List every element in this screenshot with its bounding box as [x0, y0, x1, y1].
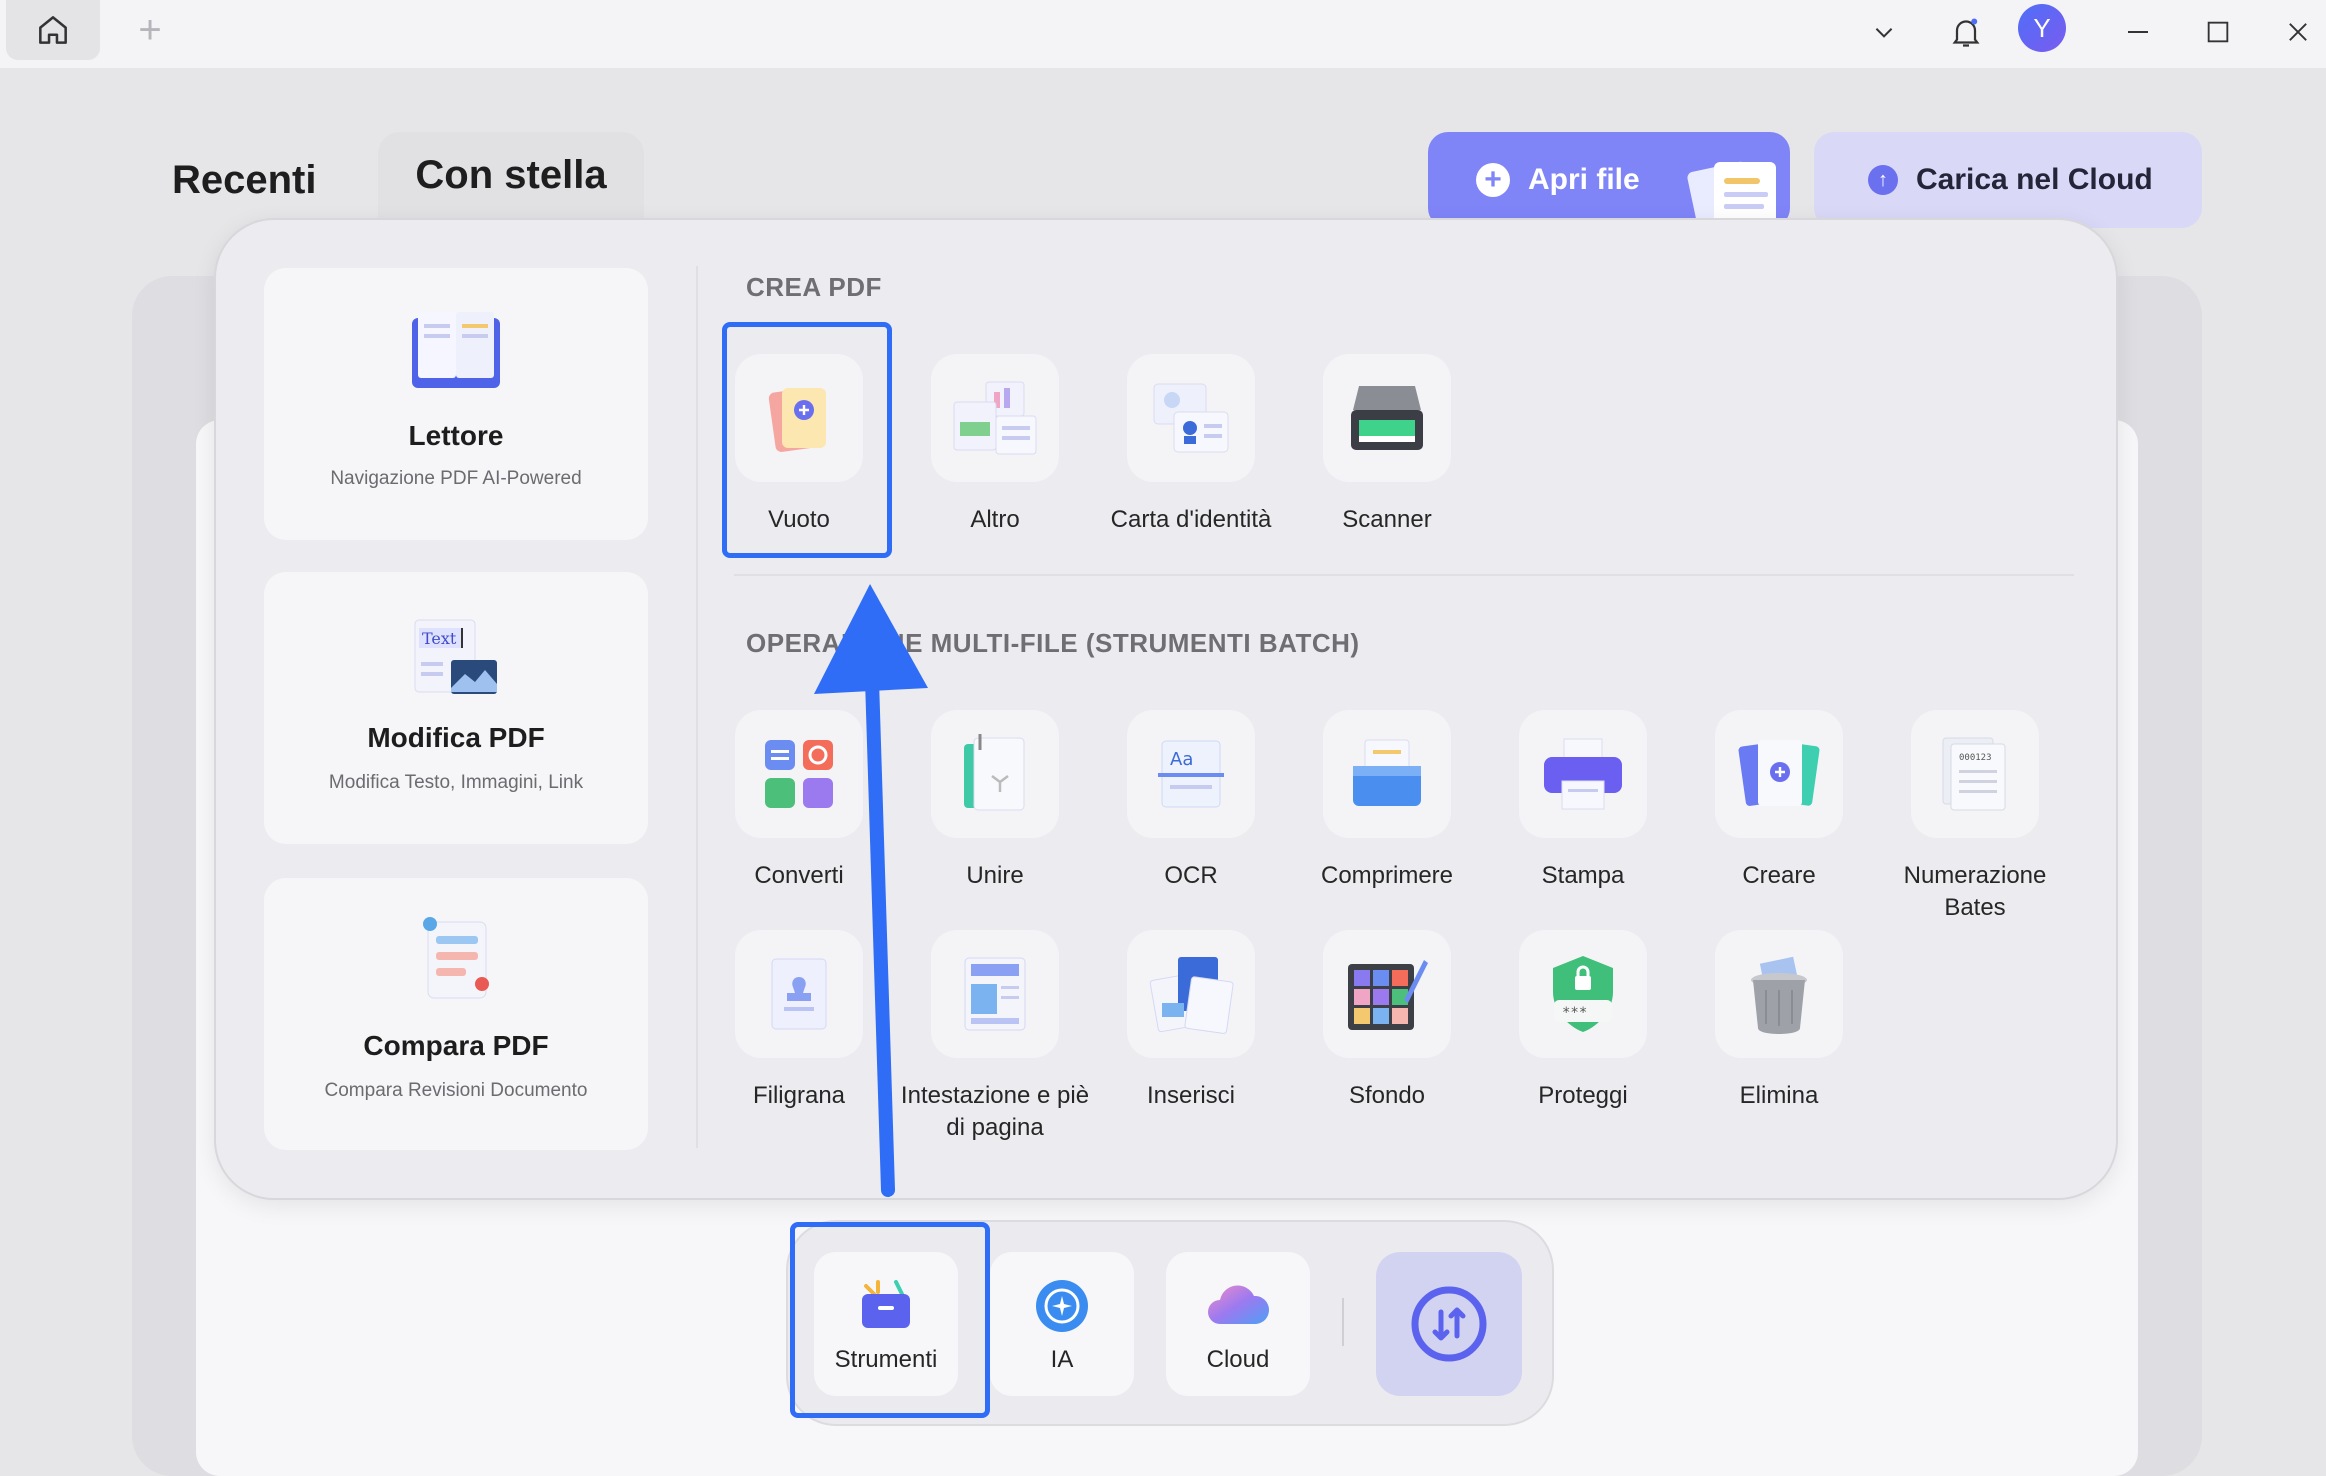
tool-other[interactable]: Altro — [900, 354, 1090, 536]
tool-label: Numerazione Bates — [1903, 862, 2047, 921]
upload-cloud-button[interactable]: ↑ Carica nel Cloud — [1814, 132, 2202, 228]
tool-label: Unire — [966, 862, 1024, 889]
dock-selection-highlight — [790, 1222, 990, 1418]
title-bar: + Y — [0, 0, 2326, 68]
bell-icon[interactable] — [1940, 6, 1992, 58]
tool-header-footer[interactable]: Intestazione e piè di pagina — [900, 930, 1090, 1144]
other-docs-icon — [953, 381, 1037, 455]
create-pdf-section-title: CREA PDF — [746, 272, 882, 302]
tool-label: Creare — [1742, 862, 1816, 889]
tool-label: Comprimere — [1320, 862, 1454, 889]
dock-switch-button[interactable] — [1376, 1252, 1522, 1396]
dock-separator — [1342, 1298, 1344, 1346]
dock-cloud[interactable]: Cloud — [1166, 1252, 1310, 1396]
reader-card[interactable]: Lettore Navigazione PDF AI-Powered — [264, 268, 648, 540]
tool-insert[interactable]: Inserisci — [1096, 930, 1286, 1112]
vertical-divider — [696, 266, 698, 1148]
maximize-icon[interactable] — [2192, 6, 2244, 58]
header-footer-icon — [964, 957, 1026, 1031]
selection-highlight — [722, 322, 892, 558]
tool-label: OCR — [1164, 862, 1218, 889]
svg-text:***: *** — [1562, 1005, 1587, 1021]
svg-text:Text: Text — [422, 629, 457, 648]
reader-subtitle: Navigazione PDF AI-Powered — [330, 468, 582, 489]
compress-icon — [1353, 739, 1421, 806]
protect-icon: *** — [1553, 956, 1613, 1032]
edit-text-icon: Text — [414, 619, 497, 694]
tool-protect[interactable]: *** Proteggi — [1488, 930, 1678, 1112]
compare-pdf-subtitle: Compara Revisioni Documento — [324, 1080, 588, 1101]
horizontal-divider — [734, 574, 2074, 576]
compare-pdf-card[interactable]: Compara PDF Compara Revisioni Documento — [264, 878, 648, 1150]
edit-pdf-subtitle: Modifica Testo, Immagini, Link — [328, 772, 584, 793]
open-file-label: Apri file — [1528, 163, 1640, 196]
ai-icon — [1036, 1280, 1088, 1332]
edit-pdf-title: Modifica PDF — [367, 722, 545, 753]
new-tab-icon[interactable]: + — [132, 10, 168, 50]
tab-starred[interactable]: Con stella — [378, 132, 644, 222]
scanner-icon — [1351, 386, 1423, 450]
edit-pdf-card[interactable]: Text Modifica PDF Modifica Testo, Immagi… — [264, 572, 648, 844]
dock-label: IA — [1050, 1346, 1074, 1373]
home-tab[interactable] — [6, 0, 100, 60]
tool-label: Sfondo — [1348, 1082, 1426, 1109]
tool-label: Scanner — [1342, 506, 1432, 533]
reader-title: Lettore — [408, 420, 504, 451]
tool-label: Inserisci — [1146, 1082, 1236, 1109]
compare-icon — [423, 917, 489, 999]
upload-cloud-label: Carica nel Cloud — [1916, 163, 2153, 196]
tool-bates[interactable]: 000123 Numerazione Bates — [1880, 710, 2070, 924]
tool-compress[interactable]: Comprimere — [1292, 710, 1482, 892]
print-icon — [1544, 738, 1622, 810]
background-icon — [1348, 960, 1428, 1030]
create-icon — [1738, 740, 1820, 806]
home-icon — [39, 16, 67, 44]
insert-icon — [1149, 957, 1234, 1034]
open-file-button[interactable]: + Apri file — [1428, 132, 1790, 228]
svg-text:Aa: Aa — [1170, 749, 1193, 770]
tool-label: Altro — [970, 506, 1020, 533]
ocr-icon: Aa — [1158, 740, 1224, 808]
tool-delete[interactable]: Elimina — [1684, 930, 1874, 1112]
tool-background[interactable]: Sfondo — [1292, 930, 1482, 1112]
tool-id-card[interactable]: Carta d'identità — [1096, 354, 1286, 536]
tool-label: Elimina — [1739, 1082, 1819, 1109]
delete-icon — [1751, 956, 1807, 1034]
pointer-arrow-icon — [814, 584, 928, 1197]
svg-text:000123: 000123 — [1959, 753, 1992, 763]
tool-label: Proteggi — [1538, 1082, 1628, 1109]
upload-icon: ↑ — [1868, 165, 1898, 195]
close-icon[interactable] — [2272, 6, 2324, 58]
switch-icon — [1411, 1286, 1487, 1362]
tool-ocr[interactable]: Aa OCR — [1096, 710, 1286, 892]
tool-label: Intestazione e piè di pagina — [900, 1082, 1090, 1141]
compare-pdf-title: Compara PDF — [363, 1030, 549, 1061]
dock-label: Cloud — [1206, 1346, 1270, 1373]
tab-recent[interactable]: Recenti — [172, 158, 317, 203]
book-icon — [412, 312, 500, 388]
chevron-down-icon[interactable] — [1858, 6, 1910, 58]
plus-circle-icon: + — [1476, 163, 1510, 197]
id-card-icon — [1153, 383, 1229, 453]
tool-create[interactable]: Creare — [1684, 710, 1874, 892]
tool-merge[interactable]: Unire — [900, 710, 1090, 892]
minimize-icon[interactable] — [2112, 6, 2164, 58]
cloud-icon — [1208, 1285, 1270, 1324]
tool-scanner[interactable]: Scanner — [1292, 354, 1482, 536]
tool-label: Stampa — [1541, 862, 1625, 889]
avatar[interactable]: Y — [2018, 4, 2066, 52]
tool-label: Carta d'identità — [1110, 506, 1272, 533]
dock-ai[interactable]: IA — [990, 1252, 1134, 1396]
merge-icon — [964, 734, 1025, 811]
bates-icon: 000123 — [1942, 737, 2006, 811]
tool-print[interactable]: Stampa — [1488, 710, 1678, 892]
